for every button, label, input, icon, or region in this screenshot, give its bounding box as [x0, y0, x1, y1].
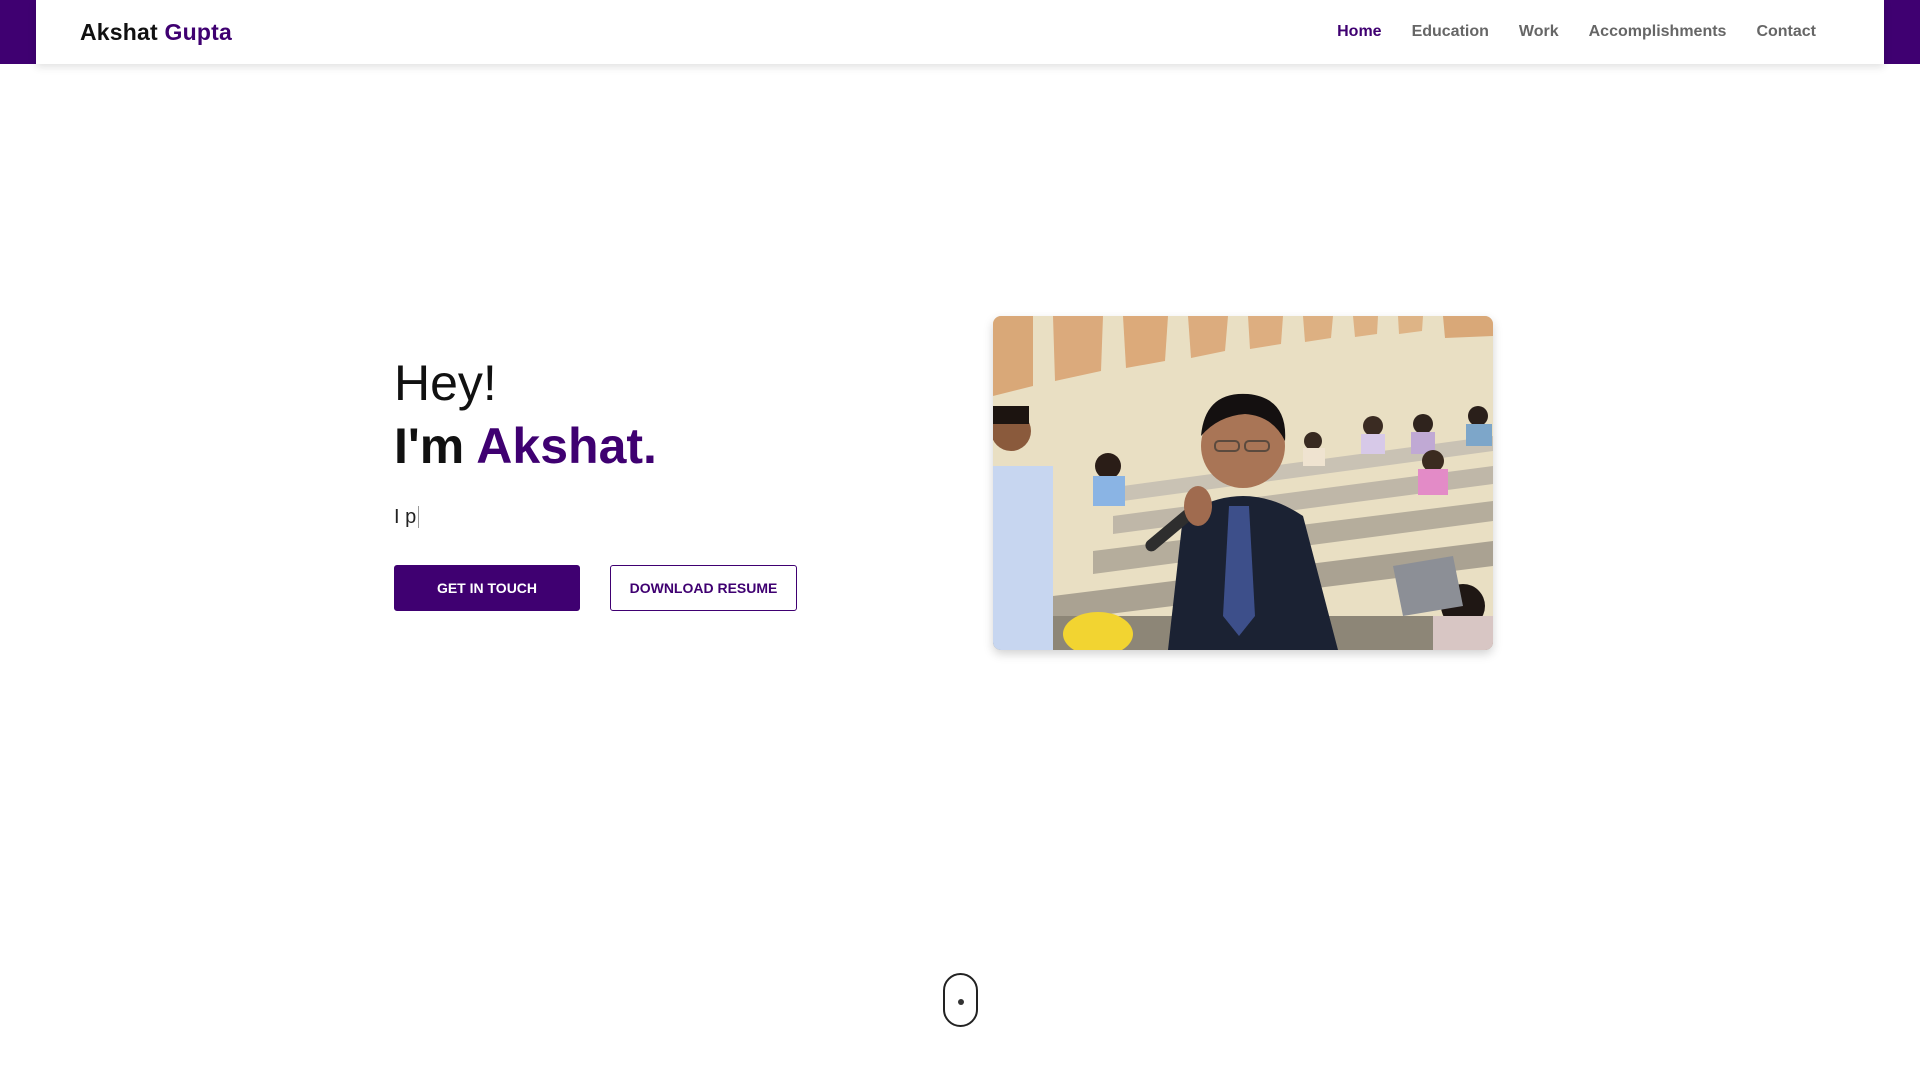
- photo-illustration: [993, 316, 1493, 650]
- brand-logo[interactable]: Akshat Gupta: [80, 19, 232, 46]
- nav-item-education[interactable]: Education: [1412, 23, 1489, 41]
- hero-buttons: GET IN TOUCH DOWNLOAD RESUME: [394, 565, 797, 611]
- hero-text: Hey! I'm Akshat. I p: [394, 356, 954, 530]
- profile-photo: [993, 316, 1493, 650]
- typed-text: I p: [394, 505, 417, 528]
- typing-caret: [418, 506, 420, 528]
- mouse-wheel-dot: [957, 999, 964, 1005]
- brand-first-name: Akshat: [80, 18, 158, 45]
- navbar: Akshat Gupta Home Education Work Accompl…: [36, 0, 1884, 64]
- hero-greeting: Hey!: [394, 355, 497, 411]
- brand-last-name: Gupta: [164, 18, 232, 45]
- hero-intro-name: Akshat.: [476, 418, 657, 474]
- nav-links: Home Education Work Accomplishments Cont…: [1337, 23, 1816, 41]
- hero-intro: I'm Akshat.: [394, 419, 954, 474]
- get-in-touch-button[interactable]: GET IN TOUCH: [394, 565, 580, 611]
- nav-item-home[interactable]: Home: [1337, 23, 1381, 41]
- nav-item-contact[interactable]: Contact: [1756, 23, 1816, 41]
- hero-intro-prefix: I'm: [394, 418, 465, 474]
- nav-item-accomplishments[interactable]: Accomplishments: [1589, 23, 1727, 41]
- mouse-scroll-icon[interactable]: [943, 973, 978, 1027]
- nav-item-work[interactable]: Work: [1519, 23, 1559, 41]
- left-accent-bar: [0, 0, 36, 64]
- right-accent-bar: [1884, 0, 1920, 64]
- typed-tagline: I p: [394, 504, 954, 530]
- download-resume-button[interactable]: DOWNLOAD RESUME: [610, 565, 797, 611]
